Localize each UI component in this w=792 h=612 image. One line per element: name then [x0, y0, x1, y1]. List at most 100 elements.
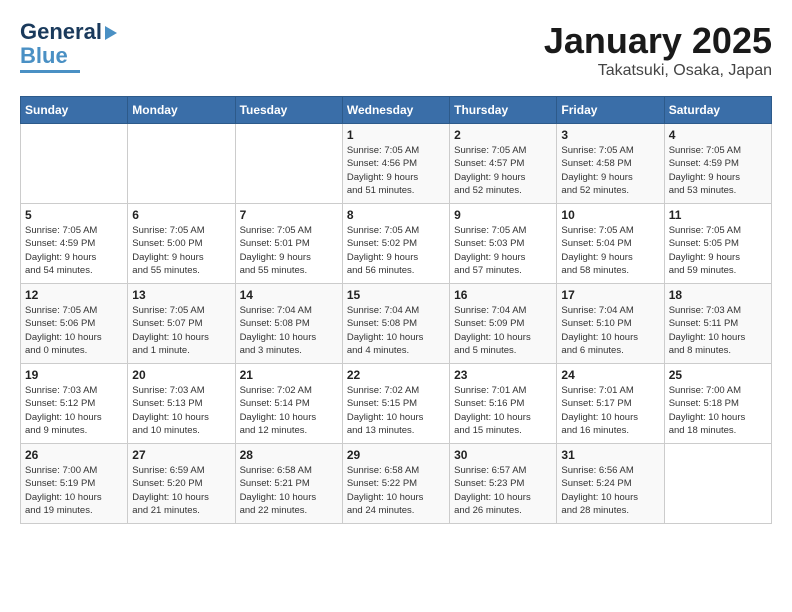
day-info: Sunrise: 7:05 AM Sunset: 4:59 PM Dayligh…: [669, 144, 767, 197]
day-info: Sunrise: 7:05 AM Sunset: 5:07 PM Dayligh…: [132, 304, 230, 357]
day-number: 23: [454, 368, 552, 382]
day-number: 7: [240, 208, 338, 222]
weekday-header: Tuesday: [235, 97, 342, 124]
day-number: 25: [669, 368, 767, 382]
day-info: Sunrise: 7:02 AM Sunset: 5:15 PM Dayligh…: [347, 384, 445, 437]
calendar-cell: 23 Sunrise: 7:01 AM Sunset: 5:16 PM Dayli…: [450, 364, 557, 444]
day-number: 30: [454, 448, 552, 462]
day-number: 28: [240, 448, 338, 462]
calendar-cell: [235, 124, 342, 204]
day-number: 18: [669, 288, 767, 302]
day-info: Sunrise: 6:58 AM Sunset: 5:22 PM Dayligh…: [347, 464, 445, 517]
day-info: Sunrise: 7:05 AM Sunset: 5:03 PM Dayligh…: [454, 224, 552, 277]
calendar-cell: 28 Sunrise: 6:58 AM Sunset: 5:21 PM Dayli…: [235, 444, 342, 524]
logo-arrow-icon: [105, 26, 117, 40]
calendar-cell: 9 Sunrise: 7:05 AM Sunset: 5:03 PM Daylig…: [450, 204, 557, 284]
day-info: Sunrise: 7:05 AM Sunset: 5:06 PM Dayligh…: [25, 304, 123, 357]
day-info: Sunrise: 7:00 AM Sunset: 5:18 PM Dayligh…: [669, 384, 767, 437]
calendar-table: SundayMondayTuesdayWednesdayThursdayFrid…: [20, 96, 772, 524]
day-number: 11: [669, 208, 767, 222]
day-number: 21: [240, 368, 338, 382]
logo: General Blue: [20, 20, 117, 73]
title-block: January 2025 Takatsuki, Osaka, Japan: [544, 20, 772, 80]
day-info: Sunrise: 7:04 AM Sunset: 5:09 PM Dayligh…: [454, 304, 552, 357]
calendar-cell: 8 Sunrise: 7:05 AM Sunset: 5:02 PM Daylig…: [342, 204, 449, 284]
day-info: Sunrise: 7:05 AM Sunset: 5:04 PM Dayligh…: [561, 224, 659, 277]
calendar-cell: 31 Sunrise: 6:56 AM Sunset: 5:24 PM Dayli…: [557, 444, 664, 524]
weekday-header: Friday: [557, 97, 664, 124]
day-info: Sunrise: 7:05 AM Sunset: 5:01 PM Dayligh…: [240, 224, 338, 277]
calendar-cell: 18 Sunrise: 7:03 AM Sunset: 5:11 PM Dayli…: [664, 284, 771, 364]
day-number: 10: [561, 208, 659, 222]
day-info: Sunrise: 7:03 AM Sunset: 5:11 PM Dayligh…: [669, 304, 767, 357]
day-info: Sunrise: 6:56 AM Sunset: 5:24 PM Dayligh…: [561, 464, 659, 517]
day-number: 31: [561, 448, 659, 462]
day-info: Sunrise: 7:05 AM Sunset: 4:58 PM Dayligh…: [561, 144, 659, 197]
day-number: 29: [347, 448, 445, 462]
logo-text-general: General: [20, 19, 102, 44]
day-info: Sunrise: 7:04 AM Sunset: 5:08 PM Dayligh…: [240, 304, 338, 357]
day-info: Sunrise: 7:05 AM Sunset: 5:00 PM Dayligh…: [132, 224, 230, 277]
logo-text-blue: Blue: [20, 44, 68, 68]
day-number: 26: [25, 448, 123, 462]
day-info: Sunrise: 6:57 AM Sunset: 5:23 PM Dayligh…: [454, 464, 552, 517]
day-info: Sunrise: 7:04 AM Sunset: 5:10 PM Dayligh…: [561, 304, 659, 357]
calendar-cell: 13 Sunrise: 7:05 AM Sunset: 5:07 PM Dayli…: [128, 284, 235, 364]
calendar-cell: 26 Sunrise: 7:00 AM Sunset: 5:19 PM Dayli…: [21, 444, 128, 524]
day-info: Sunrise: 7:05 AM Sunset: 4:57 PM Dayligh…: [454, 144, 552, 197]
calendar-cell: 11 Sunrise: 7:05 AM Sunset: 5:05 PM Dayli…: [664, 204, 771, 284]
calendar-cell: 3 Sunrise: 7:05 AM Sunset: 4:58 PM Daylig…: [557, 124, 664, 204]
weekday-header: Thursday: [450, 97, 557, 124]
day-number: 14: [240, 288, 338, 302]
page-header: General Blue January 2025 Takatsuki, Osa…: [20, 20, 772, 80]
day-number: 24: [561, 368, 659, 382]
day-info: Sunrise: 7:01 AM Sunset: 5:17 PM Dayligh…: [561, 384, 659, 437]
calendar-cell: [664, 444, 771, 524]
day-info: Sunrise: 7:00 AM Sunset: 5:19 PM Dayligh…: [25, 464, 123, 517]
day-number: 4: [669, 128, 767, 142]
day-number: 15: [347, 288, 445, 302]
calendar-cell: 24 Sunrise: 7:01 AM Sunset: 5:17 PM Dayli…: [557, 364, 664, 444]
calendar-cell: 22 Sunrise: 7:02 AM Sunset: 5:15 PM Dayli…: [342, 364, 449, 444]
day-number: 20: [132, 368, 230, 382]
logo-underline: [20, 70, 80, 73]
calendar-cell: 5Sunrise: 7:05 AM Sunset: 4:59 PM Daylig…: [21, 204, 128, 284]
calendar-cell: 4 Sunrise: 7:05 AM Sunset: 4:59 PM Daylig…: [664, 124, 771, 204]
day-number: 17: [561, 288, 659, 302]
day-number: 27: [132, 448, 230, 462]
calendar-cell: 17 Sunrise: 7:04 AM Sunset: 5:10 PM Dayli…: [557, 284, 664, 364]
calendar-cell: 30 Sunrise: 6:57 AM Sunset: 5:23 PM Dayli…: [450, 444, 557, 524]
weekday-header: Saturday: [664, 97, 771, 124]
day-number: 9: [454, 208, 552, 222]
day-number: 6: [132, 208, 230, 222]
day-info: Sunrise: 7:01 AM Sunset: 5:16 PM Dayligh…: [454, 384, 552, 437]
calendar-cell: 2Sunrise: 7:05 AM Sunset: 4:57 PM Daylig…: [450, 124, 557, 204]
day-info: Sunrise: 7:02 AM Sunset: 5:14 PM Dayligh…: [240, 384, 338, 437]
calendar-subtitle: Takatsuki, Osaka, Japan: [544, 62, 772, 80]
day-info: Sunrise: 7:04 AM Sunset: 5:08 PM Dayligh…: [347, 304, 445, 357]
day-number: 16: [454, 288, 552, 302]
calendar-cell: 7 Sunrise: 7:05 AM Sunset: 5:01 PM Daylig…: [235, 204, 342, 284]
day-number: 13: [132, 288, 230, 302]
calendar-cell: [21, 124, 128, 204]
calendar-cell: 21 Sunrise: 7:02 AM Sunset: 5:14 PM Dayli…: [235, 364, 342, 444]
day-info: Sunrise: 6:58 AM Sunset: 5:21 PM Dayligh…: [240, 464, 338, 517]
day-info: Sunrise: 7:05 AM Sunset: 5:05 PM Dayligh…: [669, 224, 767, 277]
calendar-title: January 2025: [544, 20, 772, 62]
day-number: 3: [561, 128, 659, 142]
calendar-cell: 16 Sunrise: 7:04 AM Sunset: 5:09 PM Dayli…: [450, 284, 557, 364]
weekday-header: Sunday: [21, 97, 128, 124]
calendar-cell: 15 Sunrise: 7:04 AM Sunset: 5:08 PM Dayli…: [342, 284, 449, 364]
calendar-cell: 27Sunrise: 6:59 AM Sunset: 5:20 PM Dayli…: [128, 444, 235, 524]
calendar-cell: 25 Sunrise: 7:00 AM Sunset: 5:18 PM Dayli…: [664, 364, 771, 444]
day-number: 8: [347, 208, 445, 222]
day-number: 22: [347, 368, 445, 382]
weekday-header: Monday: [128, 97, 235, 124]
day-number: 1: [347, 128, 445, 142]
day-info: Sunrise: 7:05 AM Sunset: 4:59 PM Dayligh…: [25, 224, 123, 277]
day-info: Sunrise: 7:05 AM Sunset: 5:02 PM Dayligh…: [347, 224, 445, 277]
calendar-cell: [128, 124, 235, 204]
day-info: Sunrise: 7:03 AM Sunset: 5:13 PM Dayligh…: [132, 384, 230, 437]
weekday-header: Wednesday: [342, 97, 449, 124]
day-number: 12: [25, 288, 123, 302]
